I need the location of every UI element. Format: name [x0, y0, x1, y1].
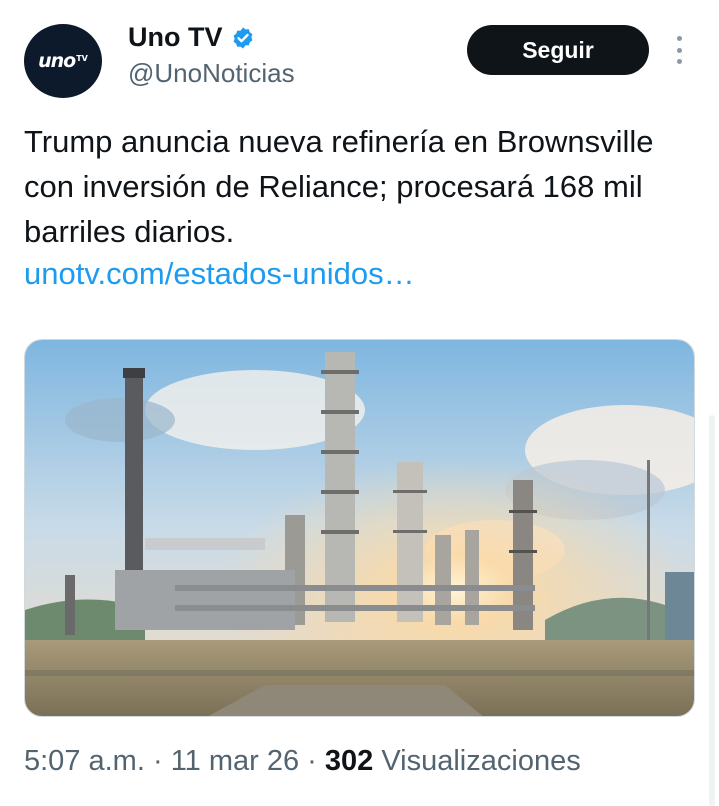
author-name-row: Uno TV: [128, 22, 255, 53]
tweet-date[interactable]: 11 mar 26: [171, 745, 299, 777]
author-display-name[interactable]: Uno TV: [128, 22, 223, 53]
views-label: Visualizaciones: [381, 745, 581, 777]
refinery-photo: [25, 340, 694, 716]
meta-separator: ·: [152, 745, 171, 777]
tweet-time[interactable]: 5:07 a.m.: [24, 745, 145, 777]
more-options-icon[interactable]: [672, 36, 686, 64]
views-count: 302: [324, 745, 374, 777]
tweet-link[interactable]: unotv.com/estados-unidos…: [24, 256, 415, 292]
avatar[interactable]: unoTV: [24, 24, 102, 98]
tweet-media-image[interactable]: [24, 339, 695, 717]
verified-badge-icon: [233, 27, 252, 48]
scrollbar[interactable]: [709, 415, 715, 806]
meta-separator: ·: [307, 745, 325, 777]
author-handle[interactable]: @UnoNoticias: [128, 58, 295, 89]
tweet-meta: 5:07 a.m. · 11 mar 26 · 302 Visualizacio…: [24, 745, 581, 778]
follow-button[interactable]: Seguir: [467, 25, 649, 75]
tweet-text: Trump anuncia nueva refinería en Brownsv…: [24, 124, 654, 249]
avatar-logo: unoTV: [38, 50, 88, 72]
